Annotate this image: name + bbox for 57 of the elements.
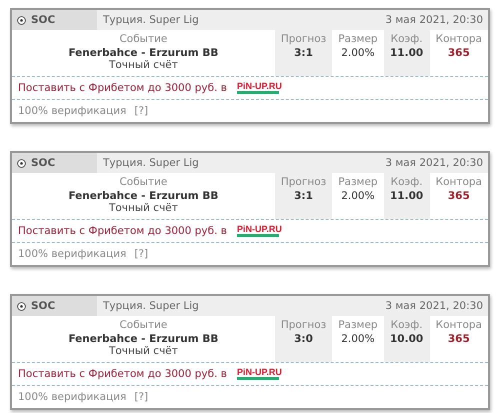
match-teams: Fenerbahce - Erzurum BB — [67, 47, 220, 59]
bookmaker-logo[interactable]: PiN-UP.RU — [236, 225, 282, 237]
market-name: Точный счёт — [108, 345, 179, 357]
help-link[interactable]: [?] — [134, 391, 148, 403]
column-label: Событие — [118, 319, 168, 331]
column-value: 2.00% — [340, 47, 376, 59]
column-label: Коэф. — [390, 176, 424, 188]
column-value: 3:1 — [293, 47, 314, 59]
column-label: Событие — [118, 33, 168, 45]
column-label: Прогноз — [280, 319, 326, 331]
sport-tag: SOC — [12, 10, 97, 30]
column-label: Размер — [338, 176, 378, 188]
column-value: 365 — [446, 47, 471, 59]
promo-text: Поставить с Фрибетом до 3000 руб. в — [18, 82, 227, 94]
match-teams: Fenerbahce - Erzurum BB — [67, 333, 220, 345]
column-value: 3:0 — [293, 333, 314, 345]
league-name: Турция. Super Lig — [102, 299, 200, 314]
sport-tag: SOC — [12, 296, 97, 316]
soccer-ball-icon — [17, 16, 26, 24]
column-value: 10.00 — [390, 333, 424, 345]
column-label: Прогноз — [280, 33, 326, 45]
verification-text: 100% верификация — [18, 248, 126, 260]
market-name: Точный счёт — [108, 202, 179, 214]
column-label: Событие — [118, 176, 168, 188]
column-value: 3:1 — [293, 190, 314, 202]
column-label: Коэф. — [390, 33, 424, 45]
promo-text: Поставить с Фрибетом до 3000 руб. в — [18, 225, 227, 237]
sport-tag: SOC — [12, 153, 97, 173]
column-label: Контора — [436, 176, 482, 188]
column-label: Прогноз — [280, 176, 326, 188]
help-link[interactable]: [?] — [134, 248, 148, 260]
soccer-ball-icon — [17, 158, 26, 168]
column-value: 11.00 — [390, 190, 424, 202]
column-label: Коэф. — [390, 319, 424, 331]
match-date: 3 мая 2021, 20:30 — [385, 299, 484, 314]
verification-text: 100% верификация — [18, 105, 126, 117]
column-value: 365 — [446, 190, 471, 202]
column-value: 11.00 — [390, 47, 424, 59]
promo-text: Поставить с Фрибетом до 3000 руб. в — [18, 368, 227, 380]
market-name: Точный счёт — [108, 59, 179, 71]
bookmaker-logo[interactable]: PiN-UP.RU — [236, 368, 282, 380]
column-value: 2.00% — [340, 333, 376, 345]
bookmaker-logo[interactable]: PiN-UP.RU — [236, 82, 282, 94]
soccer-ball-icon — [17, 302, 26, 310]
column-label: Контора — [436, 33, 482, 45]
column-value: 2.00% — [340, 190, 376, 202]
match-date: 3 мая 2021, 20:30 — [385, 13, 484, 28]
column-value: 365 — [446, 333, 471, 345]
column-label: Размер — [338, 319, 378, 331]
match-teams: Fenerbahce - Erzurum BB — [67, 190, 220, 202]
match-date: 3 мая 2021, 20:30 — [385, 156, 484, 171]
help-link[interactable]: [?] — [134, 105, 148, 117]
league-name: Турция. Super Lig — [102, 156, 200, 171]
verification-text: 100% верификация — [18, 391, 126, 403]
column-label: Контора — [436, 319, 482, 331]
league-name: Турция. Super Lig — [102, 13, 200, 28]
column-label: Размер — [338, 33, 378, 45]
